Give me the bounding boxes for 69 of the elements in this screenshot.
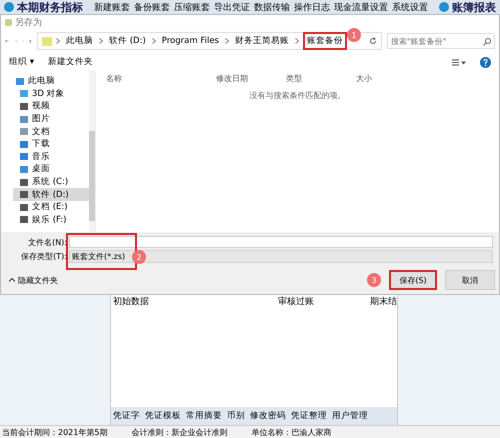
sidebar-item[interactable]: 视频 bbox=[13, 100, 95, 113]
step-badge: 1 bbox=[346, 28, 361, 42]
breadcrumb[interactable]: 软件 (D:) bbox=[107, 34, 148, 48]
toolbar-button[interactable]: 新建文件夹 bbox=[48, 56, 93, 68]
field-label: 文件名(N): bbox=[27, 236, 68, 248]
section-heading: 初始数据 bbox=[113, 296, 150, 308]
toolbar-item[interactable]: 压缩账套 bbox=[173, 0, 211, 14]
dialog-button[interactable]: 取消 bbox=[445, 270, 495, 290]
app-icon bbox=[5, 18, 12, 26]
column-header[interactable]: 类型 bbox=[286, 72, 356, 84]
sidebar-item[interactable]: 系统 (C:) bbox=[13, 176, 95, 188]
breadcrumb[interactable]: 此电脑 bbox=[64, 34, 96, 48]
tab[interactable]: 凭证整理 bbox=[291, 410, 327, 422]
scrollbar[interactable] bbox=[89, 71, 95, 232]
chevron-icon bbox=[56, 38, 60, 44]
toolbar-item[interactable]: 新建账套 bbox=[93, 0, 131, 14]
view-icon[interactable] bbox=[452, 58, 466, 66]
chevron-icon bbox=[294, 38, 299, 44]
toolbar-item[interactable]: 数据传输 bbox=[253, 0, 291, 14]
sidebar-item[interactable]: 娱乐 (F:) bbox=[13, 214, 95, 226]
chevron-icon bbox=[224, 38, 229, 44]
column-header[interactable]: 修改日期 bbox=[216, 72, 286, 84]
tab[interactable]: 常用摘要 bbox=[186, 410, 222, 422]
refresh-icon[interactable] bbox=[368, 37, 377, 45]
empty-message: 没有与搜索条件匹配的项。 bbox=[248, 90, 346, 101]
dialog-button[interactable]: 保存(S) bbox=[389, 270, 437, 290]
highlight-frame bbox=[66, 233, 137, 270]
column-header[interactable]: 大小 bbox=[356, 72, 426, 84]
tab[interactable]: 用户管理 bbox=[332, 410, 368, 422]
file-name-field[interactable] bbox=[69, 236, 493, 248]
breadcrumb[interactable]: Program Files bbox=[160, 35, 221, 47]
status-text: 当前会计期间：2021年第5期 bbox=[2, 426, 108, 438]
sidebar-item[interactable]: 3D 对象 bbox=[13, 88, 95, 100]
sidebar-item[interactable]: 文档 bbox=[13, 125, 95, 138]
tab[interactable]: 凭证模板 bbox=[145, 410, 181, 422]
toolbar-button[interactable]: 组织 ▾ bbox=[9, 56, 34, 68]
chevron-up-icon bbox=[9, 278, 15, 282]
step-badge: 3 bbox=[367, 273, 381, 287]
toolbar-item[interactable]: 系统设置 bbox=[391, 0, 429, 14]
toolbar-item[interactable]: 导出凭证 bbox=[213, 0, 251, 14]
sidebar-item[interactable]: 桌面 bbox=[13, 163, 95, 176]
toolbar-item[interactable]: 备份账套 bbox=[133, 0, 171, 14]
circle-icon bbox=[439, 2, 449, 12]
circle-icon bbox=[4, 2, 14, 12]
tab[interactable]: 修改密码 bbox=[250, 410, 286, 422]
section-heading: 审核过账 bbox=[278, 296, 315, 308]
window-title: 另存为 bbox=[15, 16, 42, 28]
toolbar-item[interactable]: 操作日志 bbox=[293, 0, 331, 14]
tab[interactable]: 币别 bbox=[227, 410, 245, 422]
help-icon[interactable] bbox=[480, 56, 491, 68]
sidebar-item[interactable]: 文档 (E:) bbox=[13, 200, 95, 214]
hide-folders-toggle[interactable]: 隐藏文件夹 bbox=[18, 274, 58, 286]
toolbar-item[interactable]: 现金流量设置 bbox=[333, 0, 389, 14]
status-text: 单位名称：巴渝人家商 bbox=[251, 426, 332, 438]
column-header[interactable]: 名称 bbox=[96, 72, 216, 84]
tab[interactable]: 凭证字 bbox=[113, 410, 140, 422]
chevron-icon bbox=[99, 38, 104, 44]
breadcrumb[interactable]: 财务王简易账 bbox=[232, 34, 291, 48]
sidebar-item[interactable]: 音乐 bbox=[13, 150, 95, 164]
sidebar-item[interactable]: 下载 bbox=[13, 138, 95, 151]
breadcrumb[interactable]: 账套备份 bbox=[302, 32, 347, 50]
field-label: 保存类型(T): bbox=[20, 250, 68, 262]
chevron-icon bbox=[152, 38, 156, 44]
sidebar-item[interactable]: 图片 bbox=[13, 112, 95, 126]
search-icon bbox=[482, 38, 491, 46]
sidebar-item[interactable]: 此电脑 bbox=[28, 75, 55, 88]
section-heading: 期末结 bbox=[370, 296, 397, 308]
search-field[interactable]: 搜索"账套备份" bbox=[386, 33, 495, 49]
status-text: 会计准则：新企业会计准则 bbox=[131, 426, 228, 438]
